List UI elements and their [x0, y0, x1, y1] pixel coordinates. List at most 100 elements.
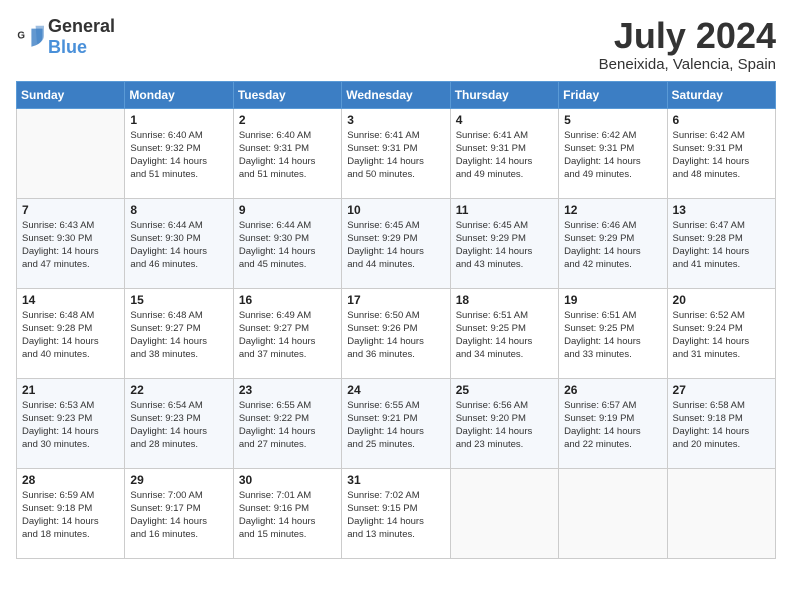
calendar-cell: 30 Sunrise: 7:01 AMSunset: 9:16 PMDaylig…: [233, 468, 341, 558]
day-info: Sunrise: 6:49 AMSunset: 9:27 PMDaylight:…: [239, 309, 336, 362]
day-number: 29: [130, 473, 227, 487]
calendar-cell: 2 Sunrise: 6:40 AMSunset: 9:31 PMDayligh…: [233, 108, 341, 198]
day-number: 31: [347, 473, 444, 487]
calendar-cell: 25 Sunrise: 6:56 AMSunset: 9:20 PMDaylig…: [450, 378, 558, 468]
day-info: Sunrise: 6:54 AMSunset: 9:23 PMDaylight:…: [130, 399, 227, 452]
day-info: Sunrise: 6:48 AMSunset: 9:27 PMDaylight:…: [130, 309, 227, 362]
calendar-week: 7 Sunrise: 6:43 AMSunset: 9:30 PMDayligh…: [17, 198, 776, 288]
day-number: 25: [456, 383, 553, 397]
day-info: Sunrise: 6:47 AMSunset: 9:28 PMDaylight:…: [673, 219, 770, 272]
calendar-cell: [559, 468, 667, 558]
calendar-cell: 11 Sunrise: 6:45 AMSunset: 9:29 PMDaylig…: [450, 198, 558, 288]
calendar-week: 14 Sunrise: 6:48 AMSunset: 9:28 PMDaylig…: [17, 288, 776, 378]
day-info: Sunrise: 6:45 AMSunset: 9:29 PMDaylight:…: [456, 219, 553, 272]
calendar-cell: 17 Sunrise: 6:50 AMSunset: 9:26 PMDaylig…: [342, 288, 450, 378]
day-number: 4: [456, 113, 553, 127]
calendar-cell: 22 Sunrise: 6:54 AMSunset: 9:23 PMDaylig…: [125, 378, 233, 468]
day-number: 15: [130, 293, 227, 307]
calendar-cell: 3 Sunrise: 6:41 AMSunset: 9:31 PMDayligh…: [342, 108, 450, 198]
day-info: Sunrise: 6:51 AMSunset: 9:25 PMDaylight:…: [456, 309, 553, 362]
header-day: Tuesday: [233, 81, 341, 108]
calendar-cell: [17, 108, 125, 198]
calendar-cell: 10 Sunrise: 6:45 AMSunset: 9:29 PMDaylig…: [342, 198, 450, 288]
day-number: 2: [239, 113, 336, 127]
page-header: G General Blue July 2024 Beneixida, Vale…: [16, 16, 776, 73]
calendar-cell: [450, 468, 558, 558]
calendar-cell: 9 Sunrise: 6:44 AMSunset: 9:30 PMDayligh…: [233, 198, 341, 288]
logo-text: General Blue: [48, 16, 115, 58]
day-number: 7: [22, 203, 119, 217]
day-number: 9: [239, 203, 336, 217]
day-info: Sunrise: 6:57 AMSunset: 9:19 PMDaylight:…: [564, 399, 661, 452]
day-info: Sunrise: 6:43 AMSunset: 9:30 PMDaylight:…: [22, 219, 119, 272]
header-day: Thursday: [450, 81, 558, 108]
day-number: 27: [673, 383, 770, 397]
header-day: Monday: [125, 81, 233, 108]
day-info: Sunrise: 6:41 AMSunset: 9:31 PMDaylight:…: [347, 129, 444, 182]
location-title: Beneixida, Valencia, Spain: [599, 56, 776, 73]
title-area: July 2024 Beneixida, Valencia, Spain: [599, 16, 776, 73]
header-day: Wednesday: [342, 81, 450, 108]
day-info: Sunrise: 6:48 AMSunset: 9:28 PMDaylight:…: [22, 309, 119, 362]
calendar-cell: 6 Sunrise: 6:42 AMSunset: 9:31 PMDayligh…: [667, 108, 775, 198]
svg-text:G: G: [17, 30, 25, 41]
day-info: Sunrise: 6:52 AMSunset: 9:24 PMDaylight:…: [673, 309, 770, 362]
header-day: Sunday: [17, 81, 125, 108]
logo-general: General: [48, 16, 115, 36]
day-info: Sunrise: 7:01 AMSunset: 9:16 PMDaylight:…: [239, 489, 336, 542]
calendar-cell: 24 Sunrise: 6:55 AMSunset: 9:21 PMDaylig…: [342, 378, 450, 468]
logo-blue: Blue: [48, 37, 87, 57]
day-number: 22: [130, 383, 227, 397]
day-number: 3: [347, 113, 444, 127]
logo: G General Blue: [16, 16, 115, 58]
day-number: 19: [564, 293, 661, 307]
day-number: 30: [239, 473, 336, 487]
calendar-week: 28 Sunrise: 6:59 AMSunset: 9:18 PMDaylig…: [17, 468, 776, 558]
day-number: 10: [347, 203, 444, 217]
day-number: 26: [564, 383, 661, 397]
header-row: SundayMondayTuesdayWednesdayThursdayFrid…: [17, 81, 776, 108]
day-info: Sunrise: 6:53 AMSunset: 9:23 PMDaylight:…: [22, 399, 119, 452]
day-info: Sunrise: 6:55 AMSunset: 9:21 PMDaylight:…: [347, 399, 444, 452]
day-number: 21: [22, 383, 119, 397]
header-day: Friday: [559, 81, 667, 108]
calendar-cell: 7 Sunrise: 6:43 AMSunset: 9:30 PMDayligh…: [17, 198, 125, 288]
calendar-cell: 5 Sunrise: 6:42 AMSunset: 9:31 PMDayligh…: [559, 108, 667, 198]
day-info: Sunrise: 6:46 AMSunset: 9:29 PMDaylight:…: [564, 219, 661, 272]
calendar-week: 21 Sunrise: 6:53 AMSunset: 9:23 PMDaylig…: [17, 378, 776, 468]
calendar-cell: 31 Sunrise: 7:02 AMSunset: 9:15 PMDaylig…: [342, 468, 450, 558]
day-info: Sunrise: 6:45 AMSunset: 9:29 PMDaylight:…: [347, 219, 444, 272]
day-info: Sunrise: 6:59 AMSunset: 9:18 PMDaylight:…: [22, 489, 119, 542]
day-info: Sunrise: 6:40 AMSunset: 9:32 PMDaylight:…: [130, 129, 227, 182]
calendar-cell: 12 Sunrise: 6:46 AMSunset: 9:29 PMDaylig…: [559, 198, 667, 288]
day-number: 12: [564, 203, 661, 217]
day-info: Sunrise: 7:00 AMSunset: 9:17 PMDaylight:…: [130, 489, 227, 542]
day-number: 8: [130, 203, 227, 217]
logo-icon: G: [16, 23, 44, 51]
day-info: Sunrise: 6:55 AMSunset: 9:22 PMDaylight:…: [239, 399, 336, 452]
day-number: 23: [239, 383, 336, 397]
calendar-cell: 4 Sunrise: 6:41 AMSunset: 9:31 PMDayligh…: [450, 108, 558, 198]
day-info: Sunrise: 6:42 AMSunset: 9:31 PMDaylight:…: [673, 129, 770, 182]
calendar-cell: [667, 468, 775, 558]
calendar-cell: 15 Sunrise: 6:48 AMSunset: 9:27 PMDaylig…: [125, 288, 233, 378]
day-info: Sunrise: 6:44 AMSunset: 9:30 PMDaylight:…: [239, 219, 336, 272]
calendar-cell: 27 Sunrise: 6:58 AMSunset: 9:18 PMDaylig…: [667, 378, 775, 468]
calendar-cell: 1 Sunrise: 6:40 AMSunset: 9:32 PMDayligh…: [125, 108, 233, 198]
day-number: 11: [456, 203, 553, 217]
calendar-cell: 13 Sunrise: 6:47 AMSunset: 9:28 PMDaylig…: [667, 198, 775, 288]
calendar-cell: 29 Sunrise: 7:00 AMSunset: 9:17 PMDaylig…: [125, 468, 233, 558]
header-day: Saturday: [667, 81, 775, 108]
calendar-table: SundayMondayTuesdayWednesdayThursdayFrid…: [16, 81, 776, 559]
calendar-cell: 14 Sunrise: 6:48 AMSunset: 9:28 PMDaylig…: [17, 288, 125, 378]
day-info: Sunrise: 7:02 AMSunset: 9:15 PMDaylight:…: [347, 489, 444, 542]
calendar-cell: 28 Sunrise: 6:59 AMSunset: 9:18 PMDaylig…: [17, 468, 125, 558]
calendar-week: 1 Sunrise: 6:40 AMSunset: 9:32 PMDayligh…: [17, 108, 776, 198]
day-info: Sunrise: 6:58 AMSunset: 9:18 PMDaylight:…: [673, 399, 770, 452]
day-number: 16: [239, 293, 336, 307]
day-info: Sunrise: 6:50 AMSunset: 9:26 PMDaylight:…: [347, 309, 444, 362]
day-info: Sunrise: 6:42 AMSunset: 9:31 PMDaylight:…: [564, 129, 661, 182]
day-number: 20: [673, 293, 770, 307]
calendar-cell: 20 Sunrise: 6:52 AMSunset: 9:24 PMDaylig…: [667, 288, 775, 378]
calendar-cell: 19 Sunrise: 6:51 AMSunset: 9:25 PMDaylig…: [559, 288, 667, 378]
